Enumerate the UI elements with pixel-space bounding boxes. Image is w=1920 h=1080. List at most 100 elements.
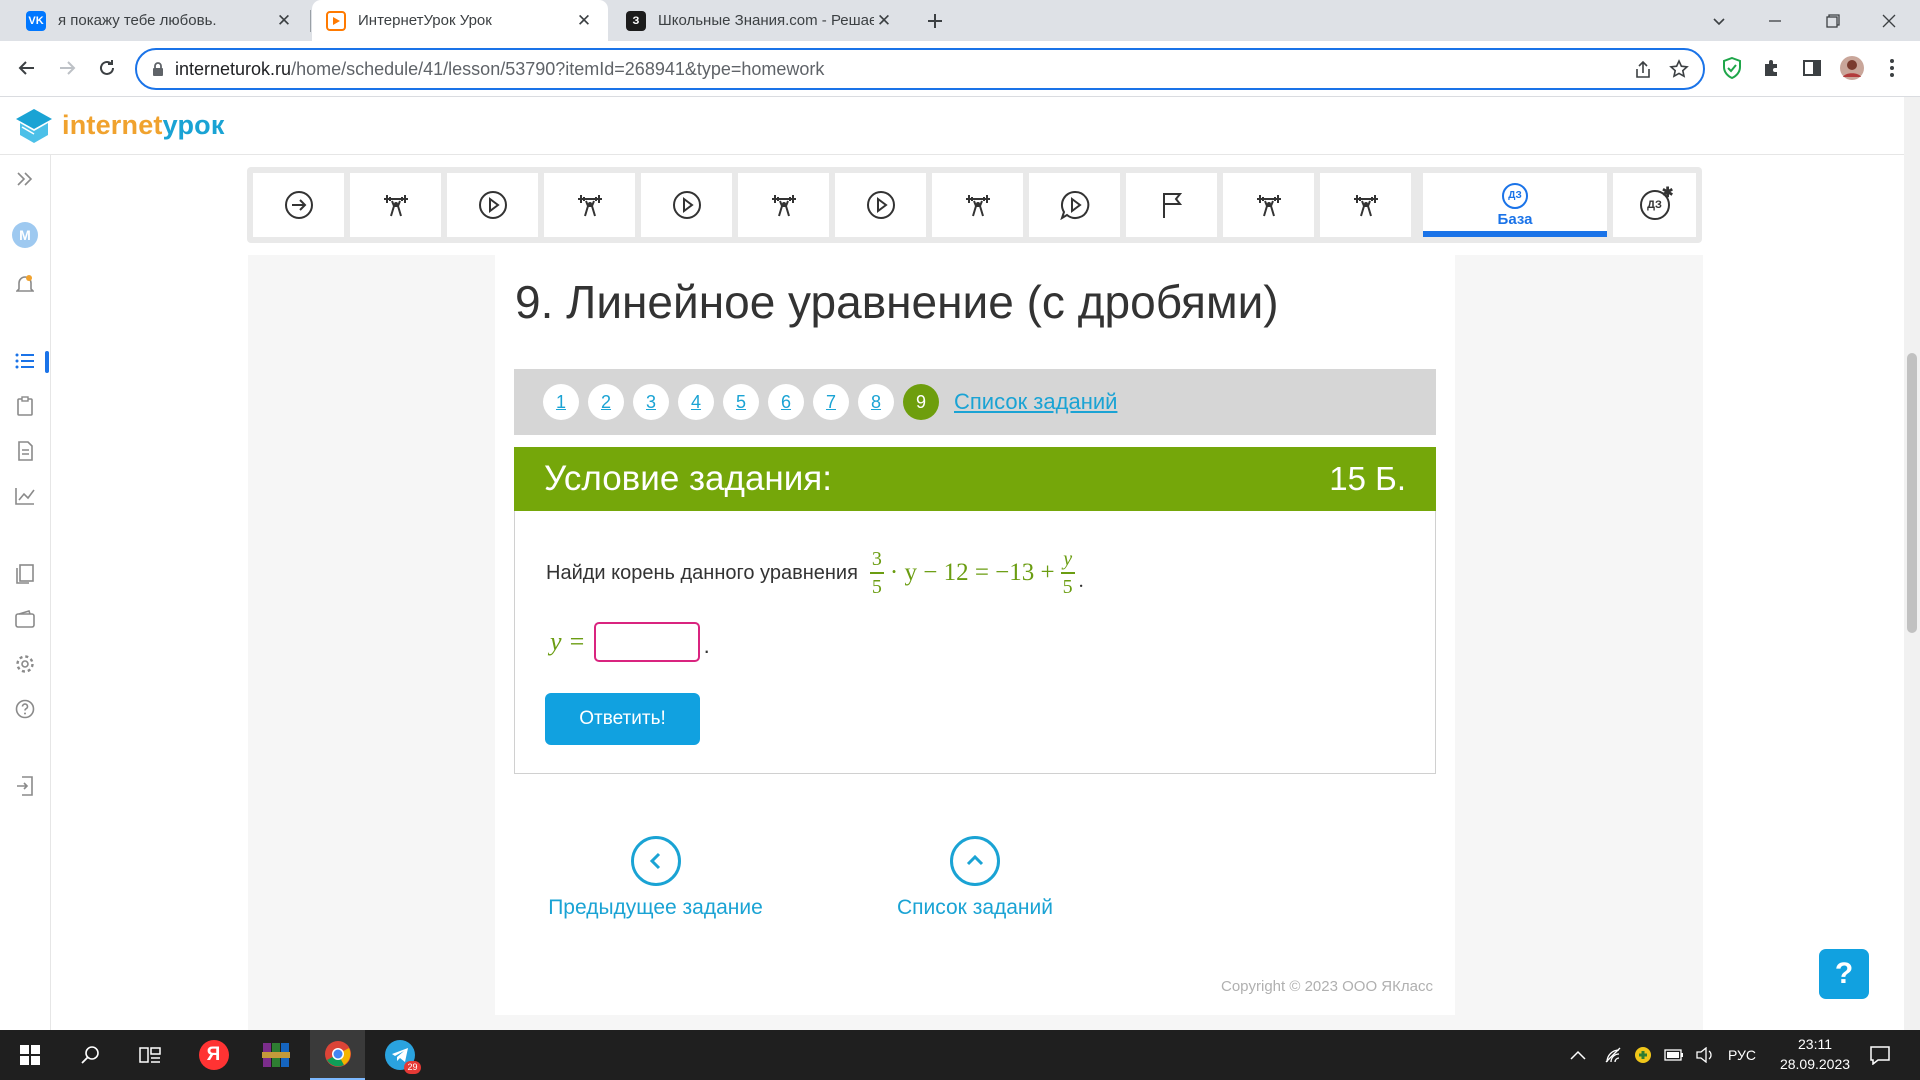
restore-button[interactable]: [1810, 0, 1856, 41]
close-tab-icon[interactable]: ✕: [874, 11, 894, 31]
site-logo[interactable]: internetурок: [14, 107, 225, 143]
tab-search-chevron-icon[interactable]: [1696, 0, 1742, 41]
reload-icon[interactable]: [92, 53, 122, 83]
step-training-1[interactable]: [350, 173, 441, 237]
step-video-3[interactable]: [835, 173, 926, 237]
page-6[interactable]: 6: [768, 384, 804, 420]
answer-input[interactable]: [593, 622, 700, 662]
fraction-numerator: y: [1063, 548, 1073, 570]
kaspersky-icon[interactable]: [1634, 1046, 1652, 1064]
expand-sidebar-icon[interactable]: [12, 166, 38, 192]
step-video-bubble[interactable]: [1029, 173, 1120, 237]
winrar-icon[interactable]: [248, 1030, 303, 1080]
profile-avatar[interactable]: [1837, 53, 1867, 83]
keyboard-language[interactable]: РУС: [1728, 1047, 1756, 1063]
documents-icon[interactable]: [12, 561, 38, 587]
bookmark-star-icon[interactable]: [1669, 59, 1689, 79]
step-training-2[interactable]: [544, 173, 635, 237]
windows-start-icon[interactable]: [2, 1030, 57, 1080]
step-training-4[interactable]: [932, 173, 1023, 237]
points-value: 15 Б.: [1329, 460, 1406, 497]
page-8[interactable]: 8: [858, 384, 894, 420]
step-video-1[interactable]: [447, 173, 538, 237]
url-domain: interneturok.ru: [175, 58, 292, 79]
step-training-5[interactable]: [1223, 173, 1314, 237]
task-view-icon[interactable]: [122, 1030, 177, 1080]
back-arrow-icon[interactable]: [12, 53, 42, 83]
step-intro[interactable]: [253, 173, 344, 237]
search-icon[interactable]: [62, 1030, 117, 1080]
logout-icon[interactable]: [12, 773, 38, 799]
schedule-list-icon[interactable]: [12, 348, 38, 374]
notifications-bell-icon[interactable]: [12, 271, 38, 297]
step-training-6[interactable]: [1320, 173, 1411, 237]
page-9-current[interactable]: 9: [903, 384, 939, 420]
address-bar[interactable]: interneturok.ru/home/schedule/41/lesson/…: [135, 48, 1705, 90]
tab-znanija[interactable]: З Школьные Знания.com - Решае ✕: [612, 0, 908, 41]
tab-vk[interactable]: VK я покажу тебе любовь. ✕: [12, 0, 308, 41]
tab-title: ИнтернетУрок Урок: [358, 12, 492, 29]
left-sidebar: М: [0, 155, 51, 1030]
step-homework-plus[interactable]: ДЗ ✱: [1613, 173, 1696, 237]
step-video-2[interactable]: [641, 173, 732, 237]
notifications-icon[interactable]: [1852, 1030, 1907, 1080]
task-list-label: Список заданий: [896, 896, 1053, 919]
extensions-puzzle-icon[interactable]: [1757, 53, 1787, 83]
chrome-menu-icon[interactable]: [1877, 53, 1907, 83]
help-button[interactable]: ?: [1819, 949, 1869, 999]
site-header: internetурок: [0, 97, 1904, 155]
page-1[interactable]: 1: [543, 384, 579, 420]
telegram-icon[interactable]: 29: [372, 1030, 427, 1080]
page-3[interactable]: 3: [633, 384, 669, 420]
tab-interneturok[interactable]: ИнтернетУрок Урок ✕: [312, 0, 608, 41]
system-clock[interactable]: 23:11 28.09.2023: [1775, 1034, 1855, 1074]
lock-icon[interactable]: [151, 61, 165, 77]
avatar[interactable]: М: [12, 222, 38, 248]
close-tab-icon[interactable]: ✕: [574, 11, 594, 31]
answer-end: .: [703, 633, 710, 658]
page-4[interactable]: 4: [678, 384, 714, 420]
weight-icon: [769, 190, 799, 220]
prev-task-link[interactable]: Предыдущее задание: [548, 836, 763, 920]
new-tab-button[interactable]: [920, 6, 950, 36]
play-circle-icon: [672, 190, 702, 220]
homework-icon[interactable]: [12, 393, 38, 419]
tab-title: Школьные Знания.com - Решае: [658, 12, 874, 29]
adblock-shield-icon[interactable]: [1717, 53, 1747, 83]
page-7[interactable]: 7: [813, 384, 849, 420]
tests-icon[interactable]: [12, 438, 38, 464]
submit-answer-button[interactable]: Ответить!: [545, 693, 700, 745]
wifi-icon[interactable]: [1604, 1047, 1622, 1063]
volume-icon[interactable]: [1696, 1047, 1714, 1063]
page-2[interactable]: 2: [588, 384, 624, 420]
task-list-link[interactable]: Список заданий: [954, 389, 1117, 415]
close-tab-icon[interactable]: ✕: [274, 11, 294, 31]
page-scrollbar[interactable]: [1904, 97, 1920, 1030]
step-summary[interactable]: [1126, 173, 1217, 237]
wallet-icon[interactable]: [12, 606, 38, 632]
question-text: Найди корень данного уравнения: [546, 561, 858, 584]
copyright: Copyright © 2023 ООО ЯКласс: [1221, 978, 1433, 995]
chrome-icon[interactable]: [310, 1030, 365, 1080]
active-step-underline: [1423, 231, 1607, 237]
step-training-3[interactable]: [738, 173, 829, 237]
settings-gear-icon[interactable]: [12, 651, 38, 677]
page-5[interactable]: 5: [723, 384, 759, 420]
side-panel-icon[interactable]: [1797, 53, 1827, 83]
help-question-icon[interactable]: [12, 696, 38, 722]
close-window-button[interactable]: [1866, 0, 1912, 41]
forward-arrow-icon[interactable]: [52, 53, 82, 83]
weight-icon: [963, 190, 993, 220]
task-list-bottom-link[interactable]: Список заданий: [880, 836, 1070, 920]
logo-right: урок: [162, 109, 225, 140]
progress-chart-icon[interactable]: [12, 483, 38, 509]
minimize-button[interactable]: [1752, 0, 1798, 41]
tray-chevron-up-icon[interactable]: [1570, 1050, 1586, 1060]
yandex-browser-icon[interactable]: Я: [186, 1030, 241, 1080]
fraction-3-5: 3 5: [869, 549, 884, 597]
scrollbar-thumb[interactable]: [1907, 353, 1917, 633]
battery-icon[interactable]: [1664, 1049, 1684, 1061]
weight-icon: [1254, 190, 1284, 220]
step-homework-base[interactable]: ДЗ База: [1423, 173, 1607, 237]
share-icon[interactable]: [1633, 60, 1653, 80]
